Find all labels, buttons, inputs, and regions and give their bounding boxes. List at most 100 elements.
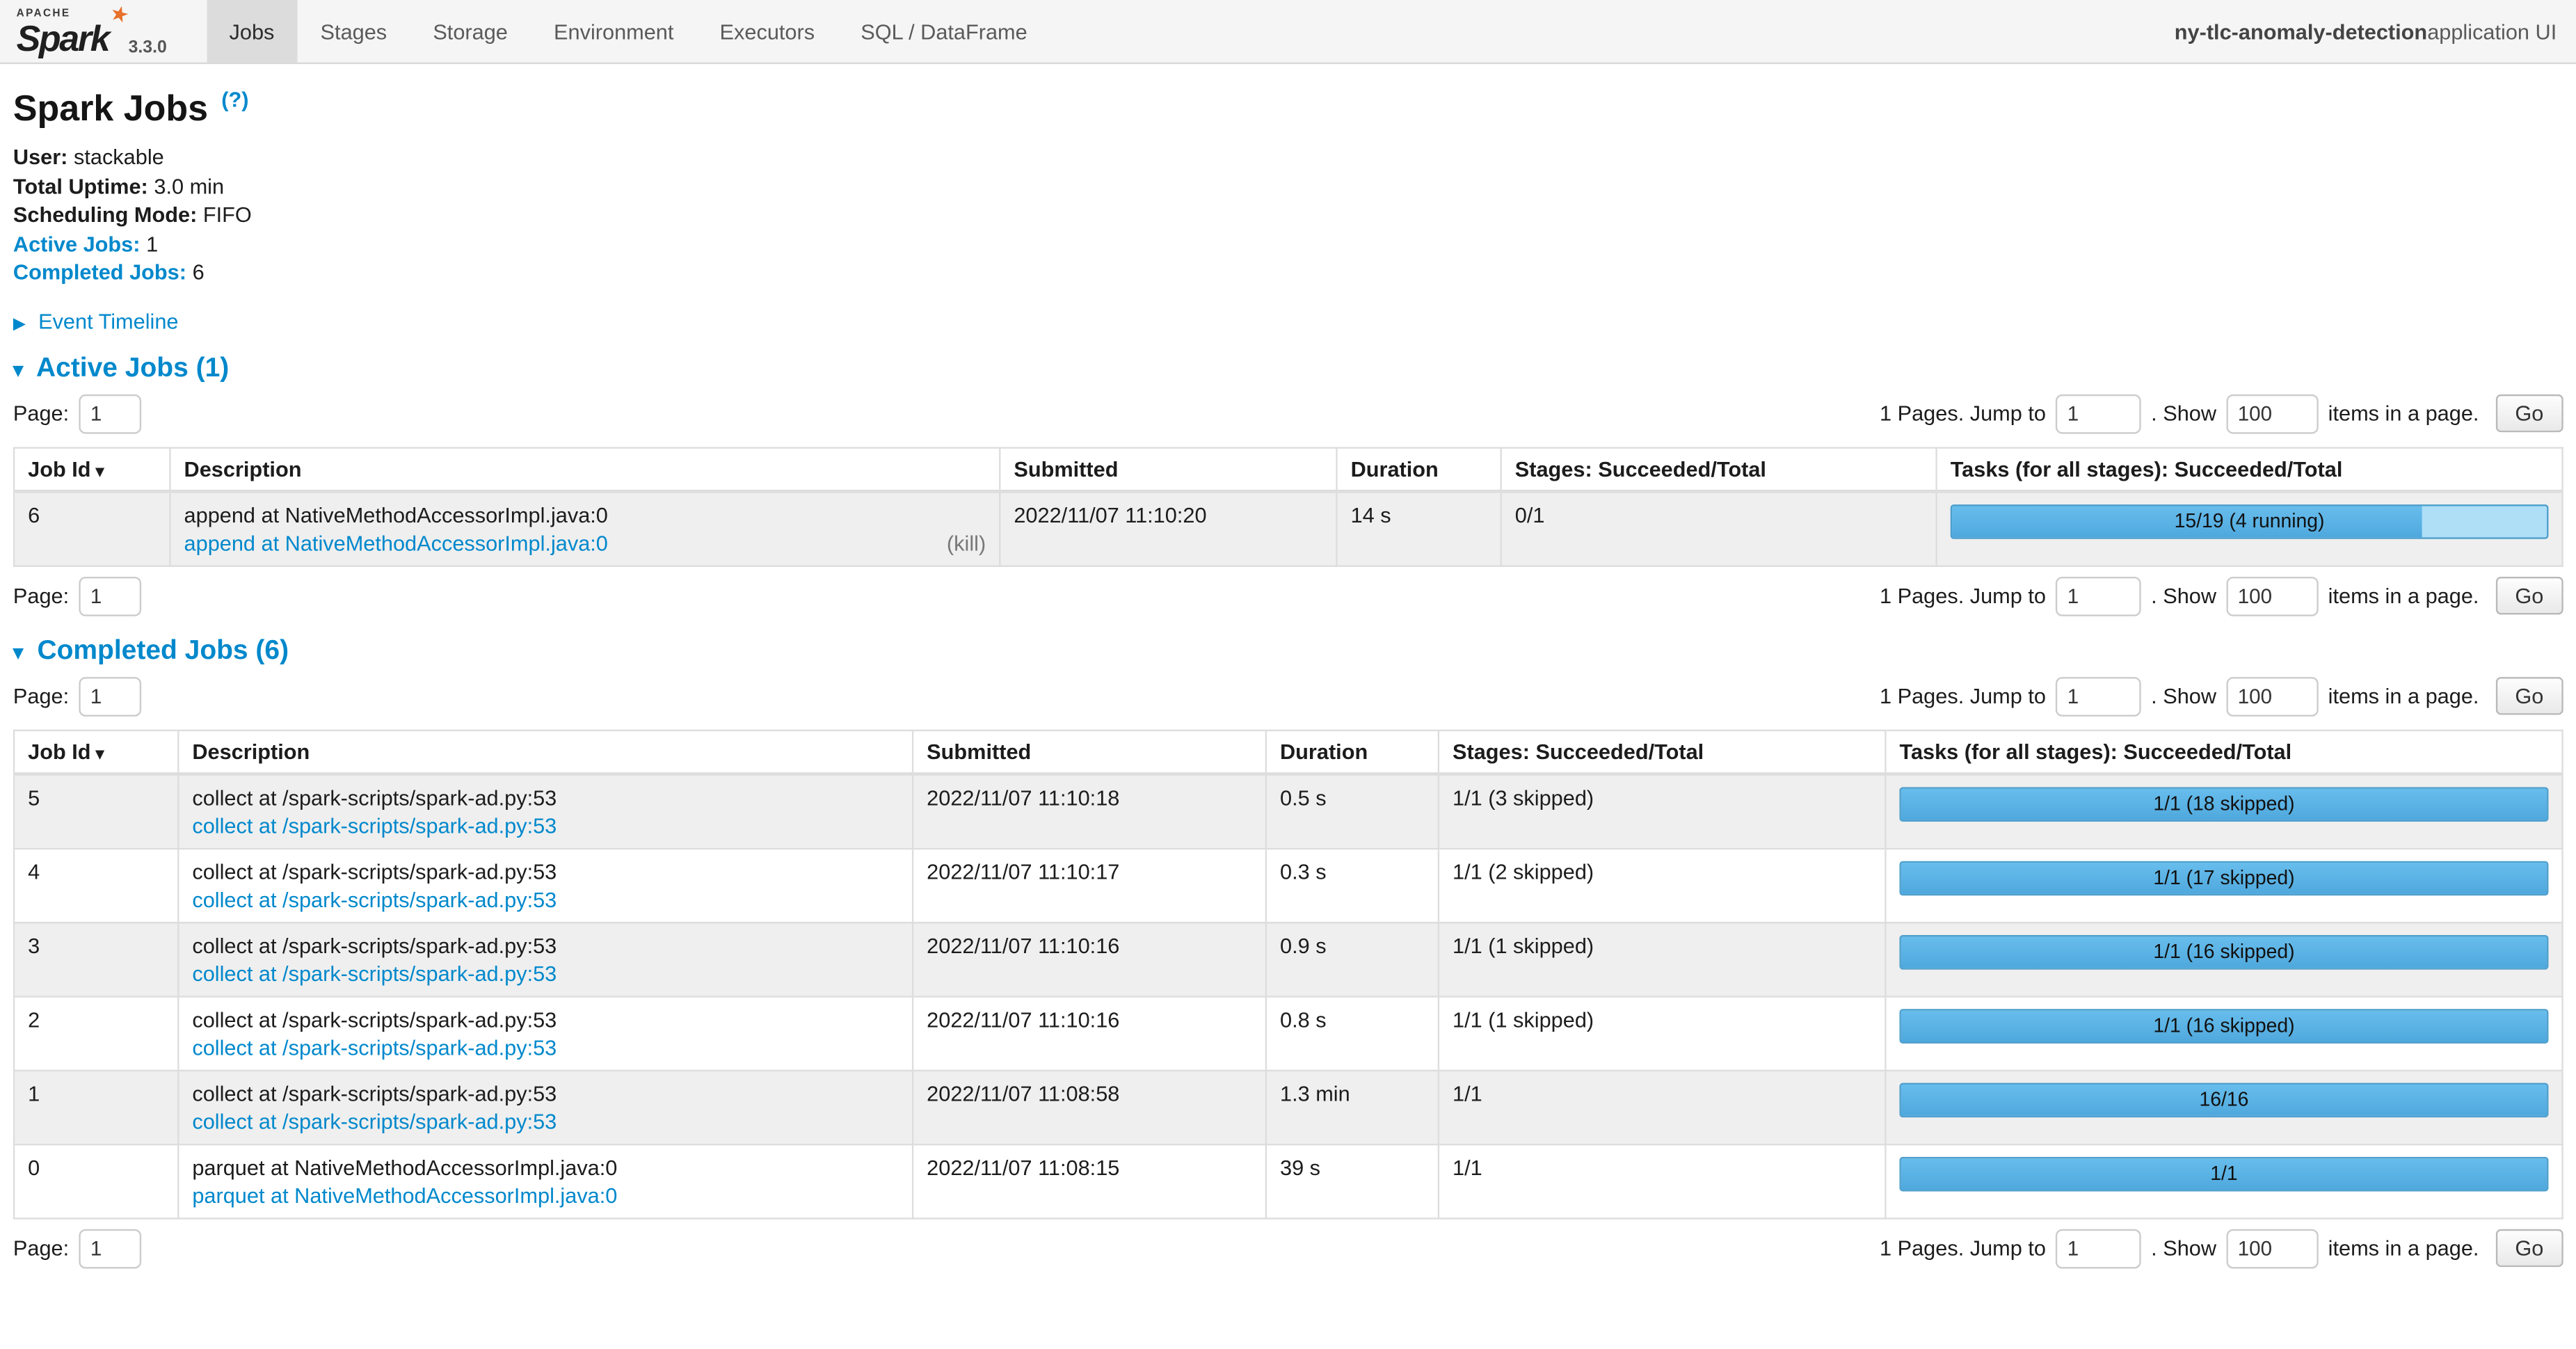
col-duration[interactable]: Duration — [1336, 447, 1501, 491]
active-jobs-heading[interactable]: ▾ Active Jobs (1) — [13, 353, 2563, 384]
application-title: ny-tlc-anomaly-detection application UI — [2175, 0, 2576, 63]
show-text: . Show — [2151, 584, 2216, 608]
job-description-link[interactable]: append at NativeMethodAccessorImpl.java:… — [184, 531, 608, 555]
tab-jobs[interactable]: Jobs — [206, 0, 297, 63]
pages-jump-text: 1 Pages. Jump to — [1880, 684, 2046, 708]
pages-jump-text: 1 Pages. Jump to — [1880, 584, 2046, 608]
job-description-cell: collect at /spark-scripts/spark-ad.py:53… — [178, 1070, 913, 1144]
job-id-cell: 4 — [14, 849, 178, 923]
tab-sql-dataframe[interactable]: SQL / DataFrame — [838, 0, 1050, 63]
tab-executors[interactable]: Executors — [696, 0, 838, 63]
summary-completed-jobs: Completed Jobs: 6 — [13, 259, 2563, 287]
table-header-row: Job Id▾ Description Submitted Duration S… — [14, 731, 2562, 774]
task-progress-bar: 1/1 — [1899, 1156, 2548, 1191]
spark-logo[interactable]: APACHE Spark ★ 3.3.0 — [0, 0, 183, 63]
job-submitted: 2022/11/07 11:08:15 — [913, 1144, 1266, 1218]
jump-to-page-input[interactable] — [2056, 577, 2141, 616]
completed-jobs-link[interactable]: Completed Jobs: — [13, 260, 186, 285]
col-submitted[interactable]: Submitted — [1000, 447, 1336, 491]
task-progress-label: 1/1 (16 skipped) — [1901, 936, 2547, 968]
job-duration: 39 s — [1266, 1144, 1439, 1218]
task-progress-label: 1/1 (16 skipped) — [1901, 1010, 2547, 1041]
tab-stages[interactable]: Stages — [297, 0, 410, 63]
summary-uptime: Total Uptime: 3.0 min — [13, 173, 2563, 201]
go-button[interactable]: Go — [2495, 1230, 2563, 1268]
job-row: 2 collect at /spark-scripts/spark-ad.py:… — [14, 996, 2562, 1070]
col-description[interactable]: Description — [178, 731, 913, 774]
pages-jump-text: 1 Pages. Jump to — [1880, 401, 2046, 426]
job-description-cell: collect at /spark-scripts/spark-ad.py:53… — [178, 774, 913, 848]
items-text: items in a page. — [2328, 684, 2479, 708]
job-row: 0 parquet at NativeMethodAccessorImpl.ja… — [14, 1144, 2562, 1218]
items-per-page-input[interactable] — [2226, 394, 2318, 433]
jump-to-page-input[interactable] — [2056, 394, 2141, 433]
job-id-cell: 2 — [14, 996, 178, 1070]
col-description[interactable]: Description — [170, 447, 1000, 491]
application-ui-suffix: application UI — [2427, 19, 2557, 43]
job-description-cell: collect at /spark-scripts/spark-ad.py:53… — [178, 996, 913, 1070]
job-id-cell: 6 — [14, 491, 170, 566]
help-link[interactable]: (?) — [221, 87, 248, 111]
col-job-id[interactable]: Job Id▾ — [14, 447, 170, 491]
job-description-link[interactable]: collect at /spark-scripts/spark-ad.py:53 — [192, 887, 557, 911]
job-description: collect at /spark-scripts/spark-ad.py:53 — [192, 933, 899, 957]
event-timeline-toggle[interactable]: ▶ Event Timeline — [13, 309, 2563, 333]
task-progress-label: 1/1 — [1901, 1158, 2547, 1190]
collapse-arrow-icon: ▾ — [13, 358, 23, 381]
job-description-link[interactable]: collect at /spark-scripts/spark-ad.py:53 — [192, 961, 557, 985]
col-tasks[interactable]: Tasks (for all stages): Succeeded/Total — [1937, 447, 2563, 491]
task-progress-label: 16/16 — [1901, 1085, 2547, 1116]
active-jobs-table: Job Id▾ Description Submitted Duration S… — [13, 447, 2563, 566]
page-label: Page: — [13, 1236, 69, 1261]
active-jobs-link[interactable]: Active Jobs: — [13, 232, 141, 256]
show-text: . Show — [2151, 401, 2216, 426]
col-stages[interactable]: Stages: Succeeded/Total — [1439, 731, 1885, 774]
items-per-page-input[interactable] — [2226, 1229, 2318, 1268]
completed-jobs-table: Job Id▾ Description Submitted Duration S… — [13, 729, 2563, 1219]
go-button[interactable]: Go — [2495, 577, 2563, 615]
job-description-cell: collect at /spark-scripts/spark-ad.py:53… — [178, 849, 913, 923]
job-description-link[interactable]: collect at /spark-scripts/spark-ad.py:53 — [192, 1109, 557, 1133]
tab-environment[interactable]: Environment — [531, 0, 697, 63]
items-per-page-input[interactable] — [2226, 577, 2318, 616]
jump-to-page-input[interactable] — [2056, 677, 2141, 717]
job-duration: 0.8 s — [1266, 996, 1439, 1070]
col-job-id[interactable]: Job Id▾ — [14, 731, 178, 774]
jump-to-page-input[interactable] — [2056, 1229, 2141, 1268]
job-stages: 1/1 (1 skipped) — [1439, 923, 1885, 996]
go-button[interactable]: Go — [2495, 395, 2563, 433]
col-stages[interactable]: Stages: Succeeded/Total — [1501, 447, 1937, 491]
job-duration: 1.3 min — [1266, 1070, 1439, 1144]
job-tasks-cell: 1/1 (18 skipped) — [1885, 774, 2562, 848]
job-description-link[interactable]: collect at /spark-scripts/spark-ad.py:53 — [192, 1035, 557, 1060]
job-row: 1 collect at /spark-scripts/spark-ad.py:… — [14, 1070, 2562, 1144]
kill-link[interactable]: (kill) — [947, 531, 986, 555]
job-stages: 1/1 (1 skipped) — [1439, 996, 1885, 1070]
page-number-input[interactable] — [79, 1229, 141, 1268]
table-header-row: Job Id▾ Description Submitted Duration S… — [14, 447, 2562, 491]
task-progress-bar: 1/1 (18 skipped) — [1899, 787, 2548, 822]
job-id-cell: 5 — [14, 774, 178, 848]
items-per-page-input[interactable] — [2226, 677, 2318, 717]
page-number-input[interactable] — [79, 677, 141, 717]
job-description-link[interactable]: collect at /spark-scripts/spark-ad.py:53 — [192, 813, 557, 838]
page-number-input[interactable] — [79, 577, 141, 616]
tab-storage[interactable]: Storage — [410, 0, 531, 63]
col-tasks[interactable]: Tasks (for all stages): Succeeded/Total — [1885, 731, 2562, 774]
job-description-link[interactable]: parquet at NativeMethodAccessorImpl.java… — [192, 1183, 617, 1207]
job-duration: 0.9 s — [1266, 923, 1439, 996]
job-description-cell: parquet at NativeMethodAccessorImpl.java… — [178, 1144, 913, 1218]
job-row: 4 collect at /spark-scripts/spark-ad.py:… — [14, 849, 2562, 923]
job-id-cell: 0 — [14, 1144, 178, 1218]
col-submitted[interactable]: Submitted — [913, 731, 1266, 774]
go-button[interactable]: Go — [2495, 678, 2563, 715]
page-number-input[interactable] — [79, 394, 141, 433]
col-duration[interactable]: Duration — [1266, 731, 1439, 774]
job-description: collect at /spark-scripts/spark-ad.py:53 — [192, 859, 899, 884]
completed-jobs-heading[interactable]: ▾ Completed Jobs (6) — [13, 636, 2563, 667]
job-description: append at NativeMethodAccessorImpl.java:… — [184, 502, 986, 527]
job-stages: 1/1 — [1439, 1144, 1885, 1218]
nav-tabs: Jobs Stages Storage Environment Executor… — [206, 0, 1050, 63]
job-submitted: 2022/11/07 11:10:20 — [1000, 491, 1336, 566]
task-progress-bar: 1/1 (16 skipped) — [1899, 935, 2548, 970]
